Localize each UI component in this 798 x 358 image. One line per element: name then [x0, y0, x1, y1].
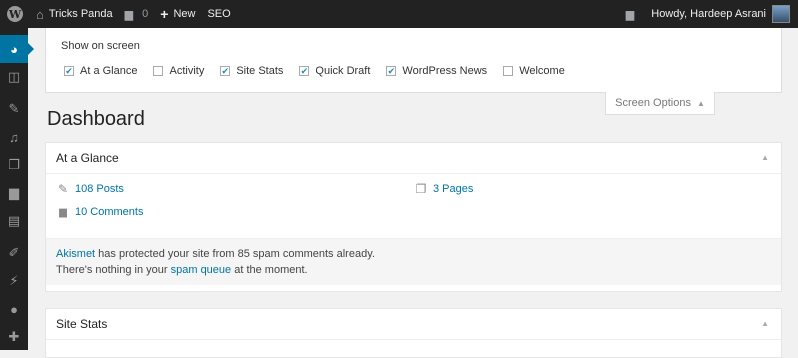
option-welcome[interactable]: Welcome: [503, 65, 565, 77]
collapse-toggle-icon[interactable]: ▲: [761, 153, 769, 162]
menu-plugins[interactable]: ⚡: [0, 267, 28, 295]
option-label: Welcome: [519, 65, 565, 77]
jetpack-icon: ◫: [7, 69, 21, 84]
checkbox-welcome[interactable]: [503, 66, 514, 76]
queue-prefix: There's nothing in your: [56, 264, 171, 276]
pages-count-item: ❐ 3 Pages: [415, 182, 474, 196]
avatar: [772, 5, 790, 23]
notification-icon: ▆: [625, 8, 635, 21]
checkbox-quick-draft[interactable]: ✔: [299, 66, 310, 76]
page-title: Dashboard: [47, 108, 145, 130]
menu-posts[interactable]: ✎: [0, 95, 28, 123]
forms-icon: ▤: [7, 213, 21, 228]
collapse-toggle-icon[interactable]: ▲: [761, 319, 769, 328]
my-account-link[interactable]: Howdy, Hardeep Asrani: [645, 0, 798, 28]
notifications-button[interactable]: ▆: [620, 0, 645, 28]
menu-forms[interactable]: ▤: [0, 207, 28, 235]
option-label: Quick Draft: [315, 65, 371, 77]
glance-items: ✎ 108 Posts ❐ 3 Pages ▆ 10 Comments: [46, 174, 781, 238]
wordpress-icon: W: [7, 6, 23, 22]
admin-bar: W ⌂ Tricks Panda ▆ 0 + New SEO ▆ Howdy, …: [0, 0, 798, 28]
menu-users[interactable]: ●: [0, 295, 28, 323]
akismet-text: has protected your site from 85 spam com…: [95, 248, 375, 260]
option-activity[interactable]: Activity: [153, 65, 204, 77]
widget-title: Site Stats: [56, 317, 108, 331]
comments-count-link[interactable]: 10 Comments: [75, 206, 143, 218]
option-label: Site Stats: [236, 65, 284, 77]
pushpin-icon: ✎: [8, 101, 20, 116]
site-stats-widget: Site Stats ▲: [45, 308, 782, 358]
checkbox-activity[interactable]: [153, 66, 164, 76]
howdy-greeting: Howdy, Hardeep Asrani: [651, 8, 766, 20]
comments-count-item: ▆ 10 Comments: [57, 206, 143, 218]
menu-appearance[interactable]: ✐: [0, 239, 28, 267]
screen-options-tab[interactable]: Screen Options ▲: [605, 92, 715, 115]
new-content-link[interactable]: + New: [154, 0, 201, 28]
media-icon: ♫: [9, 129, 19, 145]
brush-icon: ✐: [8, 245, 20, 260]
checkbox-at-a-glance[interactable]: ✔: [64, 66, 74, 76]
site-name: Tricks Panda: [48, 8, 113, 20]
arrow-up-icon: ▲: [696, 98, 705, 108]
option-wordpress-news[interactable]: ✔ WordPress News: [386, 65, 487, 77]
menu-jetpack[interactable]: ◫: [0, 63, 28, 91]
plugin-icon: ⚡: [9, 273, 19, 288]
comments-icon: ▆: [9, 185, 19, 200]
wordpress-logo-button[interactable]: W: [0, 0, 30, 28]
widget-header[interactable]: At a Glance ▲: [46, 143, 781, 174]
menu-comments[interactable]: ▆: [0, 179, 28, 207]
comment-bubble-icon: ▆: [59, 206, 67, 218]
at-a-glance-widget: At a Glance ▲ ✎ 108 Posts ❐ 3 Pages ▆ 10…: [45, 142, 782, 292]
option-site-stats[interactable]: ✔ Site Stats: [220, 65, 283, 77]
users-icon: ●: [10, 301, 18, 317]
posts-count-item: ✎ 108 Posts: [57, 182, 124, 196]
screen-options-panel: Show on screen ✔ At a Glance Activity ✔ …: [45, 28, 782, 93]
spam-queue-link[interactable]: spam queue: [171, 264, 232, 276]
option-at-a-glance[interactable]: ✔ At a Glance: [64, 65, 137, 77]
akismet-line: Akismet has protected your site from 85 …: [56, 246, 771, 262]
posts-count-link[interactable]: 108 Posts: [75, 183, 124, 195]
widget-title: At a Glance: [56, 151, 119, 165]
akismet-link[interactable]: Akismet: [56, 248, 95, 260]
widget-header[interactable]: Site Stats ▲: [46, 309, 781, 340]
option-label: Activity: [169, 65, 205, 77]
menu-tools[interactable]: ✚: [0, 323, 28, 351]
akismet-notice: Akismet has protected your site from 85 …: [46, 238, 781, 285]
plus-icon: +: [160, 6, 169, 22]
comments-count: 0: [142, 8, 149, 20]
menu-pages[interactable]: ❐: [0, 151, 28, 179]
screen-options-tab-label: Screen Options: [615, 97, 691, 109]
wrench-icon: ✚: [8, 329, 20, 344]
option-quick-draft[interactable]: ✔ Quick Draft: [299, 65, 370, 77]
pages-count-link[interactable]: 3 Pages: [433, 183, 473, 195]
comment-bubble-icon: ▆: [124, 8, 134, 21]
screen-options-title: Show on screen: [61, 40, 140, 52]
seo-link[interactable]: SEO: [201, 0, 236, 28]
menu-media[interactable]: ♫: [0, 123, 28, 151]
new-label: New: [173, 8, 196, 20]
pages-icon: ❐: [8, 157, 20, 172]
option-label: WordPress News: [402, 65, 488, 77]
site-name-link[interactable]: ⌂ Tricks Panda: [30, 0, 119, 28]
dashboard-icon: ◕: [10, 41, 18, 57]
checkbox-site-stats[interactable]: ✔: [220, 66, 231, 76]
checkbox-wordpress-news[interactable]: ✔: [386, 66, 397, 76]
pushpin-icon: ✎: [57, 182, 69, 196]
spam-queue-line: There's nothing in your spam queue at th…: [56, 262, 771, 278]
screen-options-list: ✔ At a Glance Activity ✔ Site Stats ✔ Qu…: [64, 65, 581, 77]
seo-label: SEO: [207, 8, 231, 20]
comments-link[interactable]: ▆ 0: [119, 0, 155, 28]
home-icon: ⌂: [36, 6, 44, 22]
pages-icon: ❐: [415, 182, 427, 196]
admin-menu: ◕ ◫ ✎ ♫ ❐ ▆ ▤ ✐ ⚡ ● ✚: [0, 28, 34, 351]
queue-suffix: at the moment.: [231, 264, 308, 276]
option-label: At a Glance: [80, 65, 138, 77]
menu-dashboard[interactable]: ◕: [0, 35, 34, 63]
